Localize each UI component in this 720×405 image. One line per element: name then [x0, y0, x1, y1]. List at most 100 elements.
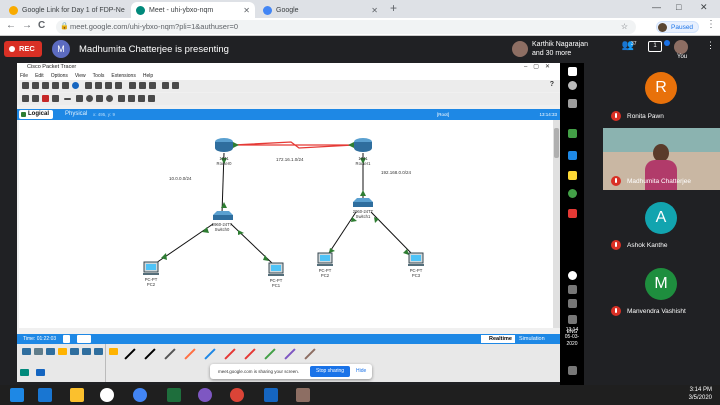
back-icon[interactable]: ←	[6, 20, 16, 31]
realtime-mode[interactable]: Realtime	[481, 335, 515, 343]
category-routers-icon[interactable]	[46, 348, 55, 355]
new-tab-button[interactable]: +	[390, 1, 397, 15]
word-icon[interactable]	[264, 388, 278, 402]
custom-device-icon[interactable]	[172, 82, 179, 89]
topology-canvas[interactable]: 1941 Router0 1941 Router1 2960-24TT Swit…	[19, 120, 553, 328]
menu-extensions[interactable]: Extensions	[111, 73, 135, 79]
fast-forward-icon[interactable]	[77, 335, 91, 343]
start-icon[interactable]	[10, 388, 24, 402]
copy-icon[interactable]	[85, 82, 92, 89]
hide-button[interactable]: Hide	[356, 364, 366, 379]
canvas-scrollbar[interactable]	[553, 120, 560, 328]
octal-cable-icon[interactable]	[264, 348, 276, 360]
category-end-devices-icon[interactable]	[34, 348, 43, 355]
power-cycle-icon[interactable]	[63, 335, 70, 343]
info-icon[interactable]	[72, 82, 79, 89]
activity-wizard-icon[interactable]	[62, 82, 69, 89]
complex-pdu-icon[interactable]	[128, 95, 135, 102]
add-pdu-icon[interactable]	[118, 95, 125, 102]
category-switches-icon[interactable]	[70, 348, 79, 355]
save-icon[interactable]	[42, 82, 49, 89]
category-misc-icon[interactable]	[20, 369, 29, 376]
chrome-icon[interactable]	[568, 271, 577, 280]
participant-tile[interactable]: A Ashok Kanthe	[603, 192, 720, 258]
maximize-button[interactable]: □	[676, 2, 681, 12]
help-icon[interactable]: ?	[550, 81, 554, 88]
close-window-button[interactable]: ✕	[700, 2, 708, 13]
zoom-in-icon[interactable]	[129, 82, 136, 89]
fiber-cable-icon[interactable]	[184, 348, 196, 360]
tab-physical[interactable]: Physical	[65, 110, 87, 119]
pdf-icon[interactable]	[568, 209, 577, 218]
freeform-icon[interactable]	[96, 95, 103, 102]
reload-icon[interactable]: C	[38, 20, 45, 31]
switch-1[interactable]: 2960-24TT Switch1	[353, 198, 374, 219]
menu-help[interactable]: Help	[143, 73, 153, 79]
ie-icon[interactable]	[38, 388, 52, 402]
category-wireless-icon[interactable]	[94, 348, 103, 355]
menu-tools[interactable]: Tools	[93, 73, 105, 79]
note-left-network[interactable]: 10.0.0.0/24	[169, 176, 192, 181]
chat-icon[interactable]: 1	[648, 41, 662, 52]
star-icon[interactable]: ☆	[621, 20, 628, 34]
pt-window-controls[interactable]: –▢✕	[524, 63, 556, 72]
category-hubs-icon[interactable]	[82, 348, 91, 355]
excel-icon[interactable]	[568, 129, 577, 138]
tab-google[interactable]: Google ✕	[258, 2, 383, 18]
network-icon[interactable]	[568, 315, 577, 324]
router-0[interactable]: 1941 Router0	[215, 138, 233, 166]
menu-icon[interactable]: ⋮	[706, 19, 716, 30]
refresh-icon[interactable]	[568, 189, 577, 198]
menu-options[interactable]: Options	[51, 73, 68, 79]
note-right-network[interactable]: 192.168.0.0/24	[381, 170, 412, 175]
explorer-icon[interactable]	[70, 388, 84, 402]
pc-2[interactable]: PC-PT PC2	[143, 261, 159, 287]
more-options-icon[interactable]: ⋮	[706, 40, 715, 51]
participant-tile[interactable]: M Manvendra Vashisht	[603, 258, 720, 328]
zoom-reset-icon[interactable]	[139, 82, 146, 89]
router-1[interactable]: 1941 Router1	[354, 138, 372, 166]
scroll-thumb[interactable]	[554, 128, 559, 158]
app-icon[interactable]	[198, 388, 212, 402]
search-icon[interactable]	[568, 99, 577, 108]
chrome-alt-icon[interactable]	[230, 388, 244, 402]
user-icon[interactable]	[568, 81, 577, 90]
chrome-icon[interactable]	[133, 388, 147, 402]
serial-dce-cable-icon[interactable]	[224, 348, 236, 360]
minimize-button[interactable]: —	[652, 2, 661, 12]
note-icon[interactable]	[106, 95, 113, 102]
print-icon[interactable]	[52, 82, 59, 89]
straight-through-cable-icon[interactable]	[144, 348, 156, 360]
root-label[interactable]: [Root]	[437, 110, 449, 119]
usb-cable-icon[interactable]	[304, 348, 316, 360]
excel-icon[interactable]	[167, 388, 181, 402]
media-icon[interactable]	[100, 388, 114, 402]
category-multiuser-icon[interactable]	[36, 369, 45, 376]
menu-view[interactable]: View	[75, 73, 86, 79]
ellipse-icon[interactable]	[86, 95, 93, 102]
grid-icon[interactable]	[568, 67, 577, 76]
open-icon[interactable]	[32, 82, 39, 89]
tab-meet[interactable]: Meet - uhi-ybxo-nqm ✕	[131, 2, 255, 18]
close-icon[interactable]: ✕	[239, 6, 250, 15]
inspect-icon[interactable]	[32, 95, 39, 102]
category-network-icon[interactable]	[22, 348, 31, 355]
switch-0[interactable]: 2960-24TT Switch0	[212, 211, 233, 232]
serial-dte-cable-icon[interactable]	[244, 348, 256, 360]
category-connections-icon[interactable]	[58, 348, 67, 355]
new-icon[interactable]	[22, 82, 29, 89]
note-wan-network[interactable]: 172.16.1.0/24	[276, 157, 304, 162]
forward-icon[interactable]: →	[22, 20, 32, 31]
simulation-mode[interactable]: Simulation	[519, 335, 545, 343]
url-field[interactable]: 🔒 meet.google.com/uhi-ybxo-nqm?pli=1&aut…	[56, 20, 636, 34]
iot-cable-icon[interactable]	[284, 348, 296, 360]
wire-icon[interactable]	[568, 171, 577, 180]
stop-sharing-button[interactable]: Stop sharing	[310, 366, 351, 377]
chart-icon[interactable]	[568, 151, 577, 160]
crossover-cable-icon[interactable]	[164, 348, 176, 360]
rectangle-icon[interactable]	[76, 95, 83, 102]
menu-edit[interactable]: Edit	[35, 73, 44, 79]
envelope-open-icon[interactable]	[148, 95, 155, 102]
tab-logical[interactable]: Logical	[19, 110, 54, 119]
self-avatar[interactable]	[674, 40, 688, 54]
